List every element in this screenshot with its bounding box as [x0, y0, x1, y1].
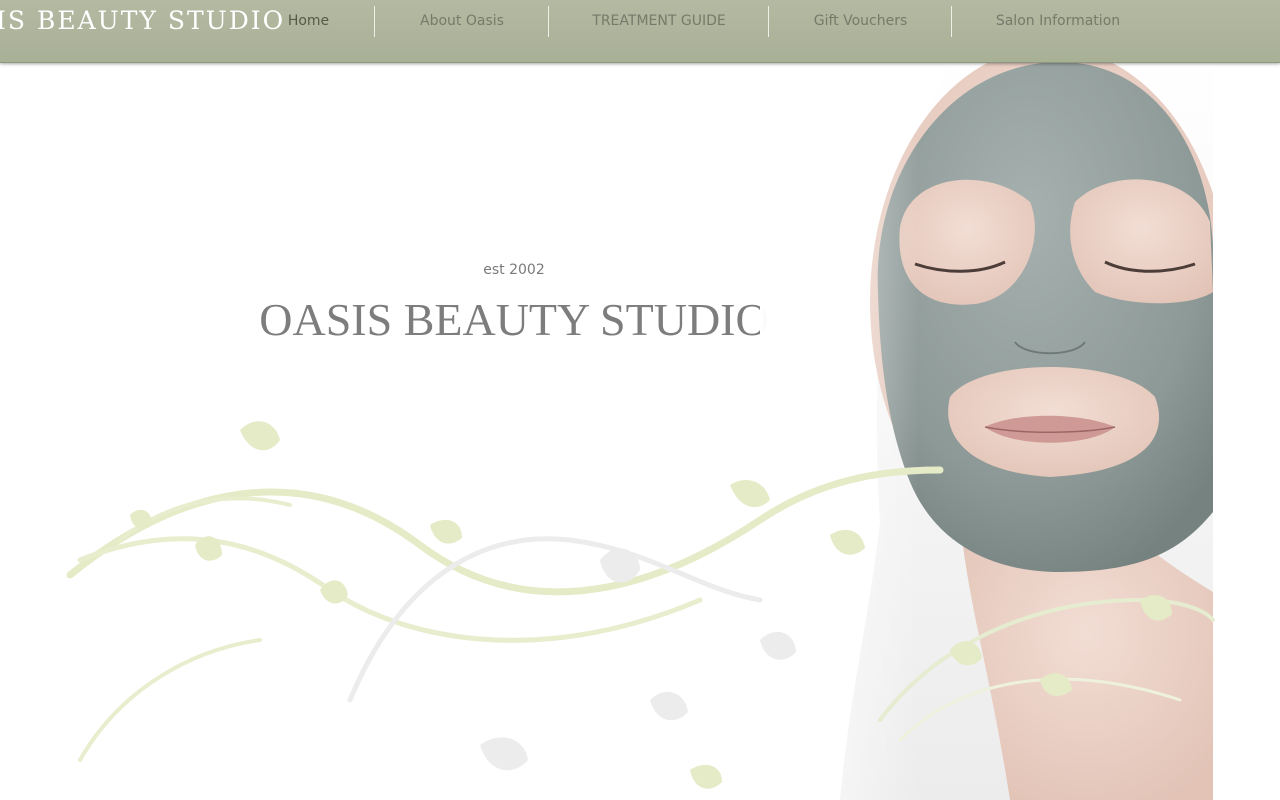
- nav-item-treatment-guide[interactable]: TREATMENT GUIDE: [549, 6, 769, 37]
- established-tagline: est 2002: [483, 262, 545, 278]
- main-navigation: Home About Oasis TREATMENT GUIDE Gift Vo…: [242, 6, 1164, 37]
- nav-item-gift-vouchers[interactable]: Gift Vouchers: [769, 6, 952, 37]
- nav-item-home[interactable]: Home: [242, 6, 375, 37]
- nav-item-salon-information[interactable]: Salon Information: [952, 6, 1164, 37]
- hero-photo-woman-face-mask: [760, 52, 1213, 800]
- hero-title: OASIS BEAUTY STUDIO: [259, 294, 769, 345]
- header-bar: IS BEAUTY STUDIO Home About Oasis TREATM…: [0, 0, 1280, 63]
- face-mask-illustration: [760, 52, 1213, 800]
- nav-item-about-oasis[interactable]: About Oasis: [375, 6, 549, 37]
